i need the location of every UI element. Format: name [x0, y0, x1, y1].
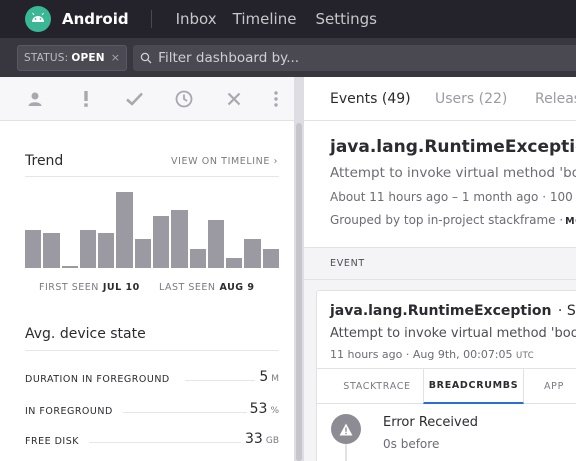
first-seen-label: FIRST SEEN [39, 282, 99, 293]
user-icon[interactable] [25, 89, 45, 109]
trend-bar [171, 210, 188, 268]
scrollbar-thumb[interactable] [296, 123, 302, 461]
error-time-range: About 11 hours ago – 1 month ago · 100 s [330, 190, 576, 204]
trend-bar [25, 229, 42, 268]
status-filter-chip[interactable]: STATUS: OPEN × [17, 44, 128, 71]
trend-bar [153, 216, 170, 268]
event-title: java.lang.RuntimeException · SaleSc [330, 303, 576, 319]
trend-bar [134, 238, 151, 268]
tab-stacktrace[interactable]: STACKTRACE [327, 369, 427, 404]
grouping-tag: MO [565, 216, 576, 227]
left-panel: Trend VIEW ON TIMELINE › FIRST SEEN JUL 1… [0, 77, 294, 461]
trend-bar [262, 248, 279, 268]
status-filter-key: STATUS: [24, 51, 69, 64]
stat-unit: M [271, 374, 279, 384]
android-robot-icon [32, 12, 44, 22]
event-card: java.lang.RuntimeException · SaleSc Atte… [316, 290, 576, 461]
status-filter-value: OPEN [71, 51, 105, 64]
nav-link-inbox[interactable]: Inbox [176, 10, 217, 28]
stat-label: FREE DISK [25, 436, 79, 447]
filter-bar: STATUS: OPEN × [0, 38, 576, 77]
grouping-text: Grouped by top in-project stackframe · [330, 213, 564, 227]
trend-bar [189, 248, 206, 268]
last-seen-label: LAST SEEN [159, 282, 216, 293]
right-panel: Events (49) Users (22) Releases java.lan… [304, 77, 576, 461]
trend-bar [226, 257, 243, 268]
trend-bar [43, 232, 60, 268]
stat-unit: % [270, 406, 279, 416]
breadcrumb-subtitle: 0s before [383, 437, 440, 451]
nav-divider [150, 10, 152, 28]
trend-bar [244, 238, 261, 268]
breadcrumb-timeline-line [345, 444, 347, 461]
first-seen-value: JUL 10 [102, 282, 140, 293]
event-time-text: 11 hours ago · Aug 9th, 00:07:05 [330, 348, 513, 361]
stat-unit: GB [265, 436, 279, 446]
event-tab-bar: STACKTRACE BREADCRUMBS APP [317, 368, 576, 404]
tab-users[interactable]: Users (22) [435, 91, 507, 107]
event-timezone: UTC [516, 351, 535, 361]
stat-number: 53 [249, 401, 268, 417]
remove-filter-icon[interactable]: × [111, 51, 120, 64]
trend-bar [61, 265, 78, 268]
nav-link-timeline[interactable]: Timeline [233, 10, 297, 28]
error-title: java.lang.RuntimeException [330, 137, 576, 157]
tab-bar: Events (49) Users (22) Releases [304, 77, 576, 121]
stat-row-free-disk: FREE DISK 33 GB [25, 431, 279, 451]
stat-leader-line [123, 412, 247, 413]
divider [25, 176, 279, 177]
event-context: · SaleSc [557, 303, 576, 319]
search-box[interactable] [133, 44, 576, 71]
tab-app[interactable]: APP [524, 369, 576, 404]
tab-events[interactable]: Events (49) [330, 91, 411, 107]
project-name[interactable]: Android [62, 10, 129, 28]
trend-bar [98, 232, 115, 268]
stat-row-foreground: IN FOREGROUND 53% [25, 401, 279, 421]
trend-bar [207, 220, 225, 268]
error-message: Attempt to invoke virtual method 'boolea… [330, 165, 576, 181]
last-seen-value: AUG 9 [219, 282, 255, 293]
stat-value: 53% [250, 401, 279, 417]
stat-number: 33 [245, 431, 263, 447]
divider [25, 350, 279, 351]
stat-label: DURATION IN FOREGROUND [25, 374, 170, 385]
close-icon[interactable] [224, 89, 244, 109]
stat-value: 33 GB [245, 431, 279, 447]
trend-bar [116, 192, 133, 268]
event-timestamp: 11 hours ago · Aug 9th, 00:07:05 UTC [330, 348, 534, 361]
event-message: Attempt to invoke virtual method 'boolea… [330, 326, 576, 341]
search-input[interactable] [158, 49, 576, 66]
stat-value: 5M [259, 369, 279, 385]
event-exception: java.lang.RuntimeException [330, 303, 552, 319]
trend-bar [79, 229, 97, 268]
tab-releases[interactable]: Releases [535, 91, 576, 107]
check-icon[interactable] [124, 89, 144, 109]
action-bar [0, 77, 294, 121]
tab-breadcrumbs[interactable]: BREADCRUMBS [423, 369, 524, 404]
first-seen: FIRST SEEN JUL 10 [39, 282, 140, 293]
stat-number: 5 [259, 369, 269, 385]
top-navbar: Android Inbox Timeline Settings [0, 0, 576, 38]
exclamation-icon[interactable] [76, 89, 96, 109]
search-icon [140, 52, 152, 63]
event-section-header: EVENT [304, 247, 576, 280]
nav-link-settings[interactable]: Settings [315, 10, 377, 28]
last-seen: LAST SEEN AUG 9 [159, 282, 255, 293]
android-logo-icon[interactable] [25, 6, 51, 32]
more-vertical-icon[interactable] [266, 89, 286, 109]
stat-row-duration: DURATION IN FOREGROUND 5M [25, 369, 279, 389]
event-section-label: EVENT [330, 258, 365, 269]
stat-leader-line [89, 442, 241, 443]
view-on-timeline-link[interactable]: VIEW ON TIMELINE › [171, 156, 278, 167]
breadcrumb-title: Error Received [383, 415, 478, 430]
warning-icon [331, 414, 361, 444]
stat-label: IN FOREGROUND [25, 406, 113, 417]
clock-icon[interactable] [174, 89, 194, 109]
trend-chart [25, 190, 279, 268]
trend-heading: Trend [25, 153, 64, 169]
device-state-heading: Avg. device state [25, 326, 146, 342]
grouping-info: Grouped by top in-project stackframe ·MO [330, 213, 576, 227]
stat-leader-line [185, 380, 255, 381]
